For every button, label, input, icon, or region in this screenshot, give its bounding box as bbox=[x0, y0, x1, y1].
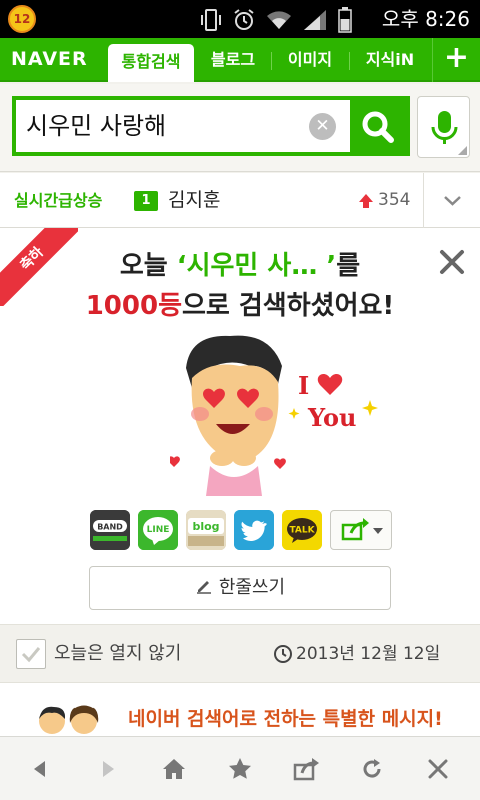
svg-text:You: You bbox=[307, 403, 357, 432]
signal-icon bbox=[304, 10, 326, 30]
dont-open-today-label[interactable]: 오늘은 열지 않기 bbox=[54, 625, 181, 683]
trending-term[interactable]: 김지훈 bbox=[168, 173, 220, 228]
bookmark-button[interactable] bbox=[208, 737, 272, 800]
kakaotalk-icon: TALK bbox=[282, 510, 322, 550]
reload-button[interactable] bbox=[340, 737, 404, 800]
back-button[interactable] bbox=[8, 737, 72, 800]
battery-icon bbox=[338, 7, 352, 33]
alarm-icon bbox=[234, 9, 254, 30]
up-arrow-icon bbox=[359, 194, 373, 208]
blog-text: blog bbox=[192, 520, 219, 533]
share-buttons: BAND LINE blog TALK bbox=[90, 510, 392, 552]
share-more-button[interactable] bbox=[330, 510, 392, 550]
svg-text:I: I bbox=[298, 371, 309, 400]
line-text: LINE bbox=[147, 525, 170, 535]
search-box: ✕ bbox=[12, 96, 410, 156]
forward-arrow-icon bbox=[103, 761, 114, 777]
share-band-button[interactable]: BAND bbox=[90, 510, 130, 550]
wifi-icon bbox=[267, 11, 291, 29]
trending-expand-button[interactable] bbox=[423, 173, 480, 228]
home-icon bbox=[163, 759, 185, 779]
browser-toolbar bbox=[0, 736, 480, 800]
twitter-bird-icon bbox=[234, 510, 274, 550]
share-icon bbox=[293, 758, 319, 781]
tab-image[interactable]: 이미지 bbox=[272, 44, 348, 76]
forward-button[interactable] bbox=[76, 737, 140, 800]
dont-open-today-checkbox[interactable] bbox=[16, 639, 46, 669]
headline-prefix: 오늘 bbox=[119, 251, 177, 281]
share-line-button[interactable]: LINE bbox=[138, 510, 178, 550]
checkmark-icon bbox=[21, 647, 41, 663]
headline-line2: 1000등으로 검색하셨어요! bbox=[0, 288, 480, 324]
share-kakaotalk-button[interactable]: TALK bbox=[282, 510, 322, 550]
mic-corner-decoration bbox=[458, 146, 467, 155]
search-input[interactable] bbox=[26, 100, 306, 152]
card-headline: 오늘 ‘시우민 사… ’를 1000등으로 검색하셨어요! bbox=[0, 248, 480, 324]
home-button[interactable] bbox=[142, 737, 206, 800]
trending-count: 354 bbox=[378, 190, 411, 210]
share-arrow-icon bbox=[341, 518, 383, 541]
write-comment-button[interactable]: 한줄쓰기 bbox=[89, 566, 391, 610]
close-window-button[interactable] bbox=[406, 737, 470, 800]
clock: 오후 8:26 bbox=[381, 7, 470, 31]
couple-illustration bbox=[39, 702, 99, 734]
star-icon bbox=[229, 758, 251, 779]
refresh-icon bbox=[363, 759, 381, 778]
search-button[interactable] bbox=[350, 100, 406, 152]
share-page-button[interactable] bbox=[274, 737, 338, 800]
promo-banner[interactable]: 네이버 검색어로 전하는 특별한 메시지! bbox=[0, 682, 480, 736]
clear-search-button[interactable]: ✕ bbox=[309, 113, 336, 140]
tab-blog[interactable]: 블로그 bbox=[196, 44, 270, 76]
trending-label: 실시간급상승 bbox=[14, 191, 103, 210]
share-twitter-button[interactable] bbox=[234, 510, 274, 550]
share-blog-button[interactable]: blog bbox=[186, 510, 226, 550]
status-bar: 12 오후 8:26 bbox=[0, 0, 480, 38]
notification-badge: 12 bbox=[8, 5, 36, 33]
naver-logo[interactable]: NAVER bbox=[11, 48, 88, 70]
headline-suffix: 으로 검색하셨어요! bbox=[182, 291, 395, 321]
tab-integrated-search[interactable]: 통합검색 bbox=[108, 44, 194, 82]
clock-icon bbox=[274, 645, 292, 663]
headline-rank: 1000등 bbox=[85, 291, 182, 321]
talk-text: TALK bbox=[289, 526, 315, 536]
band-icon: BAND bbox=[90, 510, 130, 550]
pencil-icon bbox=[196, 581, 211, 594]
naver-navbar: NAVER 통합검색 블로그 이미지 지식iN + bbox=[0, 38, 480, 82]
promo-text[interactable]: 네이버 검색어로 전하는 특별한 메시지! bbox=[128, 683, 443, 736]
search-rank-card: 축하 오늘 ‘시우민 사… ’를 1000등으로 검색하셨어요! I You B… bbox=[0, 228, 480, 624]
trending-rank-badge: 1 bbox=[134, 191, 158, 211]
line-icon: LINE bbox=[138, 510, 178, 550]
band-text: BAND bbox=[97, 523, 123, 532]
tab-knowledge-in[interactable]: 지식iN bbox=[350, 44, 430, 76]
headline-query: ‘시우민 사… ’ bbox=[176, 251, 337, 281]
date-text: 2013년 12월 12일 bbox=[296, 644, 441, 664]
chevron-down-icon bbox=[444, 196, 461, 206]
realtime-trending-bar[interactable]: 실시간급상승 1 김지훈 354 bbox=[0, 173, 480, 228]
close-icon bbox=[428, 759, 448, 779]
back-arrow-icon bbox=[34, 761, 45, 777]
add-tab-button[interactable]: + bbox=[432, 38, 480, 82]
character-illustration: I You bbox=[170, 335, 378, 496]
voice-search-button[interactable] bbox=[417, 96, 470, 158]
status-icons bbox=[200, 7, 352, 33]
headline-particle: 를 bbox=[336, 251, 361, 281]
card-footer: 오늘은 열지 않기 2013년 12월 12일 bbox=[0, 624, 480, 682]
write-comment-label: 한줄쓰기 bbox=[218, 577, 286, 598]
vibrate-icon bbox=[201, 9, 221, 31]
blog-icon: blog bbox=[186, 510, 226, 550]
search-area: ✕ bbox=[0, 84, 480, 172]
search-icon bbox=[362, 111, 394, 143]
